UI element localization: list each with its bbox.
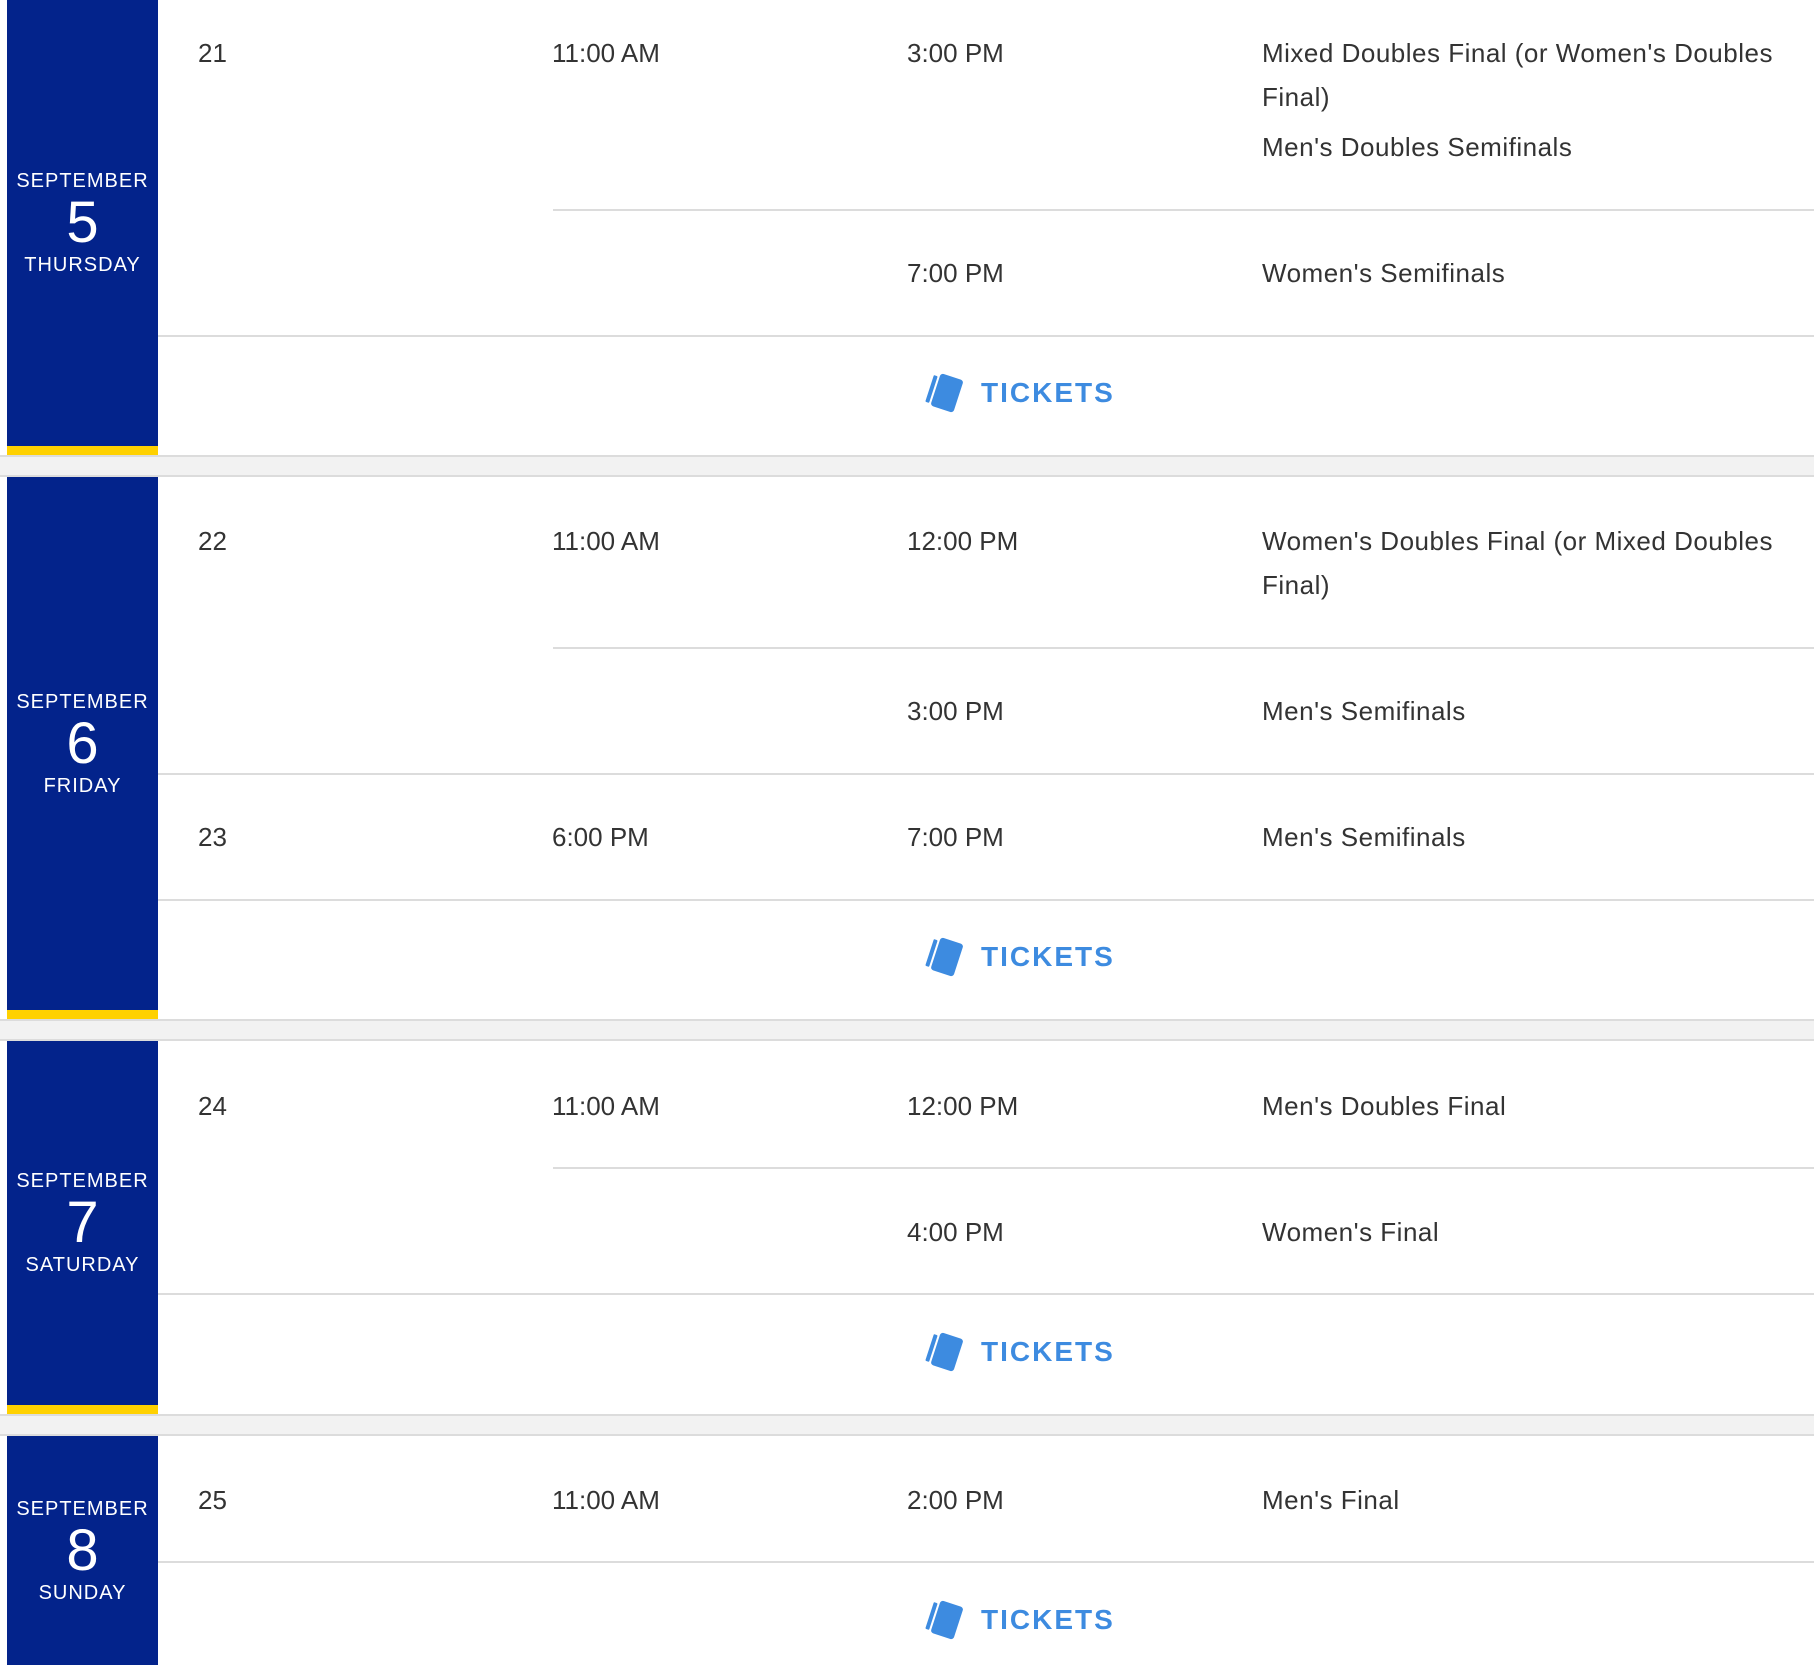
tickets-button[interactable]: TICKETS bbox=[925, 1332, 1115, 1372]
gates-open-time: 11:00 AM bbox=[552, 1485, 660, 1515]
session-number: 21 bbox=[198, 38, 227, 68]
match-events: Women's Doubles Final (or Mixed Doubles … bbox=[1262, 519, 1814, 607]
event-name: Men's Semifinals bbox=[1262, 822, 1466, 852]
date-day-number: 8 bbox=[66, 1517, 99, 1583]
row-divider bbox=[158, 1293, 1814, 1295]
day-block-sep-6: SEPTEMBER 6 FRIDAY 22 11:00 AM 12:00 PM … bbox=[0, 477, 1814, 1019]
date-day-number: 5 bbox=[66, 190, 99, 255]
event-name: Men's Final bbox=[1262, 1485, 1400, 1515]
match-start-time: 3:00 PM bbox=[907, 696, 1004, 726]
session-number: 22 bbox=[198, 526, 227, 556]
event-name: Men's Semifinals bbox=[1262, 696, 1466, 726]
match-events: Men's Final bbox=[1262, 1478, 1814, 1522]
ticket-icon bbox=[925, 937, 963, 977]
match-start-time: 12:00 PM bbox=[907, 1091, 1019, 1121]
tickets-label: TICKETS bbox=[981, 941, 1115, 972]
day-separator bbox=[0, 455, 1814, 477]
date-weekday: SATURDAY bbox=[25, 1254, 140, 1276]
tickets-label: TICKETS bbox=[981, 1604, 1115, 1635]
schedule-page: SEPTEMBER 5 THURSDAY 21 11:00 AM 3:00 PM… bbox=[0, 0, 1814, 1665]
gates-open-time: 6:00 PM bbox=[552, 822, 649, 852]
row-divider bbox=[158, 1561, 1814, 1563]
date-panel: SEPTEMBER 7 SATURDAY bbox=[7, 1041, 158, 1414]
ticket-icon bbox=[925, 373, 963, 413]
session-number: 23 bbox=[198, 822, 227, 852]
day-block-sep-7: SEPTEMBER 7 SATURDAY 24 11:00 AM 12:00 P… bbox=[0, 1041, 1814, 1414]
day-block-sep-5: SEPTEMBER 5 THURSDAY 21 11:00 AM 3:00 PM… bbox=[0, 0, 1814, 455]
tickets-button[interactable]: TICKETS bbox=[925, 1600, 1115, 1640]
match-start-time: 2:00 PM bbox=[907, 1485, 1004, 1515]
date-panel: SEPTEMBER 6 FRIDAY bbox=[7, 477, 158, 1019]
ticket-icon bbox=[925, 1332, 963, 1372]
row-divider bbox=[158, 335, 1814, 337]
match-events: Men's Semifinals bbox=[1262, 815, 1814, 859]
gates-open-time: 11:00 AM bbox=[552, 526, 660, 556]
event-name: Men's Doubles Final bbox=[1262, 1091, 1507, 1121]
row-divider bbox=[158, 899, 1814, 901]
session-number: 24 bbox=[198, 1091, 227, 1121]
match-divider bbox=[553, 209, 1814, 211]
match-events: Women's Semifinals bbox=[1262, 251, 1814, 295]
day-block-sep-8: SEPTEMBER 8 SUNDAY 25 11:00 AM 2:00 PM M… bbox=[0, 1436, 1814, 1665]
session-number: 25 bbox=[198, 1485, 227, 1515]
match-divider bbox=[553, 1167, 1814, 1169]
tickets-button[interactable]: TICKETS bbox=[925, 937, 1115, 977]
date-month: SEPTEMBER bbox=[16, 690, 149, 713]
event-name: Women's Final bbox=[1262, 1217, 1440, 1247]
day-separator bbox=[0, 1414, 1814, 1436]
match-events: Men's Doubles Final bbox=[1262, 1084, 1814, 1128]
date-weekday: THURSDAY bbox=[24, 254, 141, 276]
tickets-button[interactable]: TICKETS bbox=[925, 373, 1115, 413]
event-name: Men's Doubles Semifinals bbox=[1262, 132, 1573, 162]
event-name: Women's Doubles Final (or Mixed Doubles … bbox=[1262, 526, 1773, 600]
tickets-label: TICKETS bbox=[981, 1336, 1115, 1367]
match-events: Men's Semifinals bbox=[1262, 689, 1814, 733]
date-month: SEPTEMBER bbox=[16, 170, 149, 192]
match-start-time: 7:00 PM bbox=[907, 258, 1004, 288]
date-weekday: FRIDAY bbox=[43, 774, 122, 797]
gates-open-time: 11:00 AM bbox=[552, 38, 660, 68]
date-month: SEPTEMBER bbox=[16, 1170, 149, 1192]
event-name: Women's Semifinals bbox=[1262, 258, 1506, 288]
date-panel: SEPTEMBER 5 THURSDAY bbox=[7, 0, 158, 455]
date-weekday: SUNDAY bbox=[38, 1581, 127, 1604]
match-start-time: 4:00 PM bbox=[907, 1217, 1004, 1247]
date-day-number: 6 bbox=[66, 710, 99, 776]
ticket-icon bbox=[925, 1600, 963, 1640]
match-start-time: 3:00 PM bbox=[907, 38, 1004, 68]
day-separator bbox=[0, 1019, 1814, 1041]
date-panel: SEPTEMBER 8 SUNDAY bbox=[7, 1436, 158, 1665]
gates-open-time: 11:00 AM bbox=[552, 1091, 660, 1121]
match-events: Women's Final bbox=[1262, 1210, 1814, 1254]
match-events: Mixed Doubles Final (or Women's Doubles … bbox=[1262, 31, 1814, 169]
match-divider bbox=[553, 647, 1814, 649]
match-start-time: 12:00 PM bbox=[907, 526, 1019, 556]
match-start-time: 7:00 PM bbox=[907, 822, 1004, 852]
date-month: SEPTEMBER bbox=[16, 1497, 149, 1520]
event-name: Mixed Doubles Final (or Women's Doubles … bbox=[1262, 38, 1773, 112]
row-divider bbox=[158, 773, 1814, 775]
date-day-number: 7 bbox=[66, 1190, 99, 1255]
tickets-label: TICKETS bbox=[981, 377, 1115, 408]
